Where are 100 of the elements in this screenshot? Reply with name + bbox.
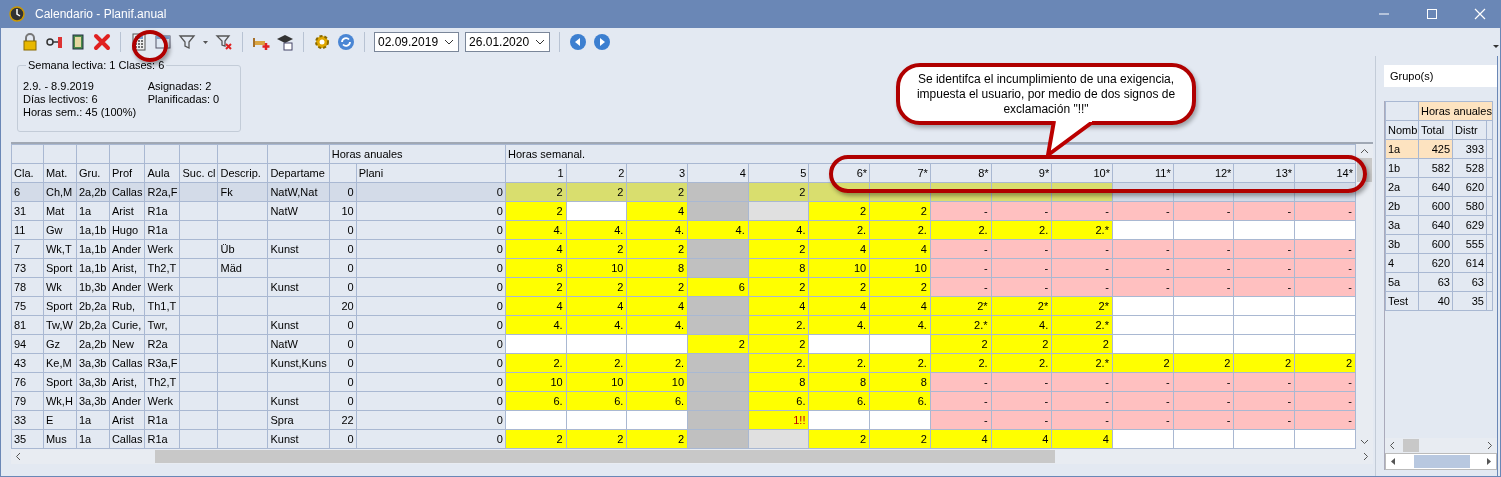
delete-icon[interactable] xyxy=(93,33,111,51)
table-cell: R1a xyxy=(145,429,180,449)
table-cell: 640 xyxy=(1418,215,1453,235)
table-cell: 0 xyxy=(356,296,506,316)
book-icon[interactable] xyxy=(69,33,87,51)
horizontal-scrollbar[interactable] xyxy=(11,449,1373,464)
table-cell: 0 xyxy=(329,391,357,411)
refresh-icon[interactable] xyxy=(337,33,355,51)
table-cell: 1b,3b xyxy=(76,277,110,297)
end-date-dropdown[interactable]: 26.01.2020 xyxy=(465,32,551,52)
table-cell: Werk xyxy=(145,277,180,297)
table-cell: R1a xyxy=(145,201,180,221)
table-cell: 2a,2b xyxy=(76,334,110,354)
table-cell: 528 xyxy=(1452,158,1487,178)
table-cell: 35 xyxy=(11,429,44,449)
scroll-thumb[interactable] xyxy=(1403,439,1419,452)
table-cell: 555 xyxy=(1452,234,1487,254)
filter-icon[interactable] xyxy=(178,33,196,51)
table-cell: 43 xyxy=(11,353,44,373)
table-cell: 0 xyxy=(356,201,506,221)
scroll-thumb[interactable] xyxy=(1414,455,1470,468)
table-cell: 0 xyxy=(356,410,506,430)
chevron-down-icon xyxy=(535,38,546,46)
table-cell: 0 xyxy=(329,334,357,354)
table-cell: R1a xyxy=(145,410,180,430)
table-cell: NatW xyxy=(267,334,330,354)
assigned-label: Asignadas: 2 xyxy=(147,80,213,93)
table-cell: 75 xyxy=(11,296,44,316)
table-cell: Test xyxy=(1385,291,1419,311)
table-cell: 0 xyxy=(329,239,357,259)
scroll-left-icon[interactable] xyxy=(15,452,21,461)
table-cell: 1a xyxy=(76,201,110,221)
scroll-up-icon[interactable] xyxy=(1360,148,1369,154)
next-icon[interactable] xyxy=(593,33,612,51)
table-cell: 81 xyxy=(11,315,44,335)
table-cell: 2b,2a xyxy=(76,315,110,335)
table-cell: 614 xyxy=(1452,253,1487,273)
table-cell: Th1,T xyxy=(145,296,180,316)
scroll-right-icon[interactable] xyxy=(1363,452,1369,461)
table-cell: 63 xyxy=(1418,272,1453,292)
lock-icon[interactable] xyxy=(21,33,39,51)
table-cell: 0 xyxy=(329,258,357,278)
close-icon[interactable] xyxy=(1474,8,1486,20)
table-cell: 0 xyxy=(356,334,506,354)
table-cell: 1a,1b xyxy=(76,239,110,259)
table-cell: 600 xyxy=(1418,234,1453,254)
table-cell: 0 xyxy=(356,277,506,297)
week-dates: 2.9. - 8.9.2019 xyxy=(23,80,95,93)
clock-icon xyxy=(9,6,25,22)
table-cell: 0 xyxy=(329,372,357,392)
table-cell: 0 xyxy=(356,239,506,259)
school-days-label: Días lectivos: 6 xyxy=(23,93,99,106)
table-cell: Sport xyxy=(43,372,77,392)
previous-icon[interactable] xyxy=(569,33,588,51)
group-filter-field[interactable]: Grupo(s) xyxy=(1384,65,1497,87)
table-cell: 3a,3b xyxy=(76,391,110,411)
table-cell: Kunst xyxy=(267,429,330,449)
table-cell: 600 xyxy=(1418,196,1453,216)
table-cell: Rub, xyxy=(109,296,145,316)
table-cell: Wk,T xyxy=(43,239,77,259)
table-cell: 2b,2a xyxy=(76,296,110,316)
table-cell: Gz xyxy=(43,334,77,354)
table-cell: 1a xyxy=(76,410,110,430)
table-cell: R1a xyxy=(145,220,180,240)
table-cell: R2a xyxy=(145,334,180,354)
table-cell: Mäd xyxy=(217,258,268,278)
table-cell: 5a xyxy=(1385,272,1419,292)
horizontal-scrollbar[interactable] xyxy=(1385,438,1497,453)
maximize-icon[interactable] xyxy=(1426,8,1438,20)
table-cell: Ander xyxy=(109,391,145,411)
table-cell: 0 xyxy=(356,391,506,411)
table-cell: 2a xyxy=(1385,177,1419,197)
table-cell: 1a xyxy=(76,429,110,449)
horizontal-scrollbar[interactable] xyxy=(1385,453,1497,470)
table-cell: 0 xyxy=(329,315,357,335)
table-cell: 582 xyxy=(1418,158,1453,178)
table-cell: Curie, xyxy=(109,315,145,335)
filter-clear-icon[interactable] xyxy=(215,33,233,51)
table-cell: E xyxy=(43,410,77,430)
table-cell: 73 xyxy=(11,258,44,278)
table-cell: 0 xyxy=(329,277,357,297)
table-cell: Hugo xyxy=(109,220,145,240)
group-header: Horas anuales xyxy=(1418,101,1493,121)
table-cell: R3a,F xyxy=(145,353,180,373)
table-cell: 3a,3b xyxy=(76,372,110,392)
vertical-scrollbar[interactable] xyxy=(1356,144,1373,449)
table-cell: 79 xyxy=(11,391,44,411)
table-cell: 0 xyxy=(356,353,506,373)
scroll-thumb[interactable] xyxy=(155,450,1055,463)
table-cell: 3a xyxy=(1385,215,1419,235)
graduation-cap-icon[interactable] xyxy=(276,33,294,51)
scroll-down-icon[interactable] xyxy=(1360,439,1369,445)
table-cell: 2b xyxy=(1385,196,1419,216)
table-cell: New xyxy=(109,334,145,354)
table-cell: Arist, xyxy=(109,372,145,392)
table-cell: 640 xyxy=(1418,177,1453,197)
settings-icon[interactable] xyxy=(313,33,331,51)
table-cell: Arist, xyxy=(109,258,145,278)
table-cell: Werk xyxy=(145,391,180,411)
start-date-dropdown[interactable]: 02.09.2019 xyxy=(374,32,460,52)
